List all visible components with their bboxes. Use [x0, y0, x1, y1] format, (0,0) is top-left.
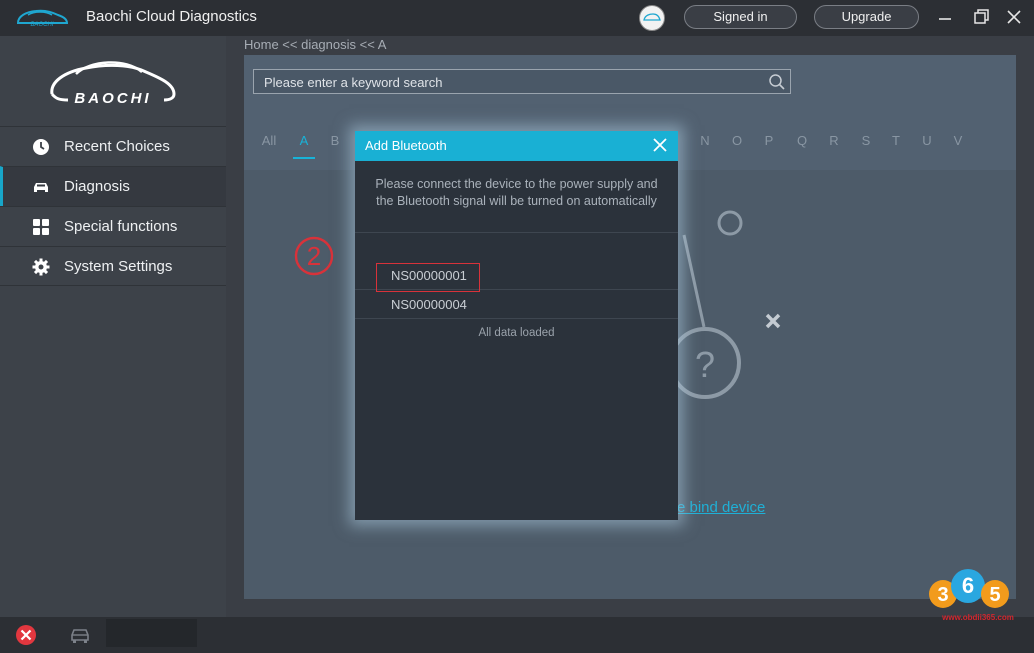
dialog-message: Please connect the device to the power s…: [375, 177, 658, 208]
svg-text:BAOCHI: BAOCHI: [74, 90, 151, 107]
signed-in-button[interactable]: Signed in: [684, 5, 797, 29]
letter-tab-b[interactable]: B: [325, 133, 345, 148]
device-name: NS00000004: [391, 297, 467, 312]
avatar[interactable]: [639, 5, 665, 31]
obdii365-watermark: 3 6 5 www.obdii365.com: [929, 569, 1014, 622]
restore-icon[interactable]: [969, 6, 993, 28]
add-bluetooth-dialog: Add Bluetooth Please connect the device …: [355, 131, 678, 520]
letter-tab-all[interactable]: All: [258, 133, 280, 148]
letter-tab-t[interactable]: T: [886, 133, 906, 148]
vehicle-icon[interactable]: [69, 625, 91, 645]
minimize-icon[interactable]: [933, 6, 957, 28]
highlight-box: [376, 263, 480, 292]
sidebar-item-label: Special functions: [64, 218, 178, 235]
dialog-title: Add Bluetooth: [365, 138, 447, 153]
svg-text:www.obdii365.com: www.obdii365.com: [941, 613, 1014, 622]
bottom-bar: [0, 617, 1034, 653]
sidebar-item-diagnosis[interactable]: Diagnosis: [0, 166, 226, 206]
bind-device-link[interactable]: e bind device: [677, 499, 765, 516]
close-circle-icon[interactable]: [15, 624, 37, 646]
letter-tab-v[interactable]: V: [948, 133, 968, 148]
svg-text:2: 2: [307, 241, 321, 271]
sidebar-item-label: System Settings: [64, 258, 173, 275]
gear-icon: [32, 258, 50, 276]
grid-icon: [33, 219, 49, 235]
letter-tab-r[interactable]: R: [824, 133, 844, 148]
load-status: All data loaded: [478, 327, 555, 339]
sidebar-item-label: Diagnosis: [64, 178, 130, 195]
svg-text:BAOCHI: BAOCHI: [30, 22, 53, 28]
dialog-header: Add Bluetooth: [355, 131, 678, 161]
letter-tab-u[interactable]: U: [917, 133, 937, 148]
letter-tab-p[interactable]: P: [759, 133, 779, 148]
svg-text:5: 5: [989, 584, 1000, 606]
upgrade-button[interactable]: Upgrade: [814, 5, 919, 29]
avatar-logo-icon: [643, 13, 661, 21]
letter-tab-a[interactable]: A: [294, 133, 314, 148]
car-icon: [34, 183, 48, 192]
close-icon[interactable]: [650, 135, 670, 155]
baochi-logo: BAOCHI: [50, 61, 176, 107]
search-box[interactable]: [253, 69, 791, 94]
empty-state-illustration: ?: [670, 210, 781, 399]
sidebar-item-system-settings[interactable]: System Settings: [0, 246, 226, 286]
divider: [355, 232, 678, 233]
letter-tab-q[interactable]: Q: [792, 133, 812, 148]
title-bar: BAOCHI Baochi Cloud Diagnostics Signed i…: [0, 0, 1034, 36]
letter-tab-o[interactable]: O: [727, 133, 747, 148]
status-slot: [106, 619, 197, 647]
sidebar-item-recent-choices[interactable]: Recent Choices: [0, 126, 226, 166]
search-icon[interactable]: [768, 73, 786, 91]
search-input[interactable]: [262, 72, 766, 92]
active-letter-underline: [293, 157, 315, 159]
svg-text:3: 3: [937, 584, 948, 606]
step-2-marker: 2: [294, 236, 334, 276]
sidebar: BAOCHI Recent Choices Diagnosis Special …: [0, 36, 226, 617]
sidebar-item-label: Recent Choices: [64, 138, 170, 155]
baochi-logo-icon: BAOCHI: [16, 9, 69, 28]
device-list-item[interactable]: NS00000004: [355, 290, 678, 319]
letter-tab-s[interactable]: S: [856, 133, 876, 148]
close-window-icon[interactable]: [1002, 6, 1026, 28]
breadcrumb: Home << diagnosis << A: [244, 37, 387, 52]
sidebar-item-special-functions[interactable]: Special functions: [0, 206, 226, 246]
svg-text:?: ?: [695, 344, 715, 385]
svg-text:6: 6: [962, 573, 974, 598]
letter-tab-n[interactable]: N: [695, 133, 715, 148]
clock-icon: [33, 139, 49, 155]
app-title: Baochi Cloud Diagnostics: [86, 8, 257, 25]
